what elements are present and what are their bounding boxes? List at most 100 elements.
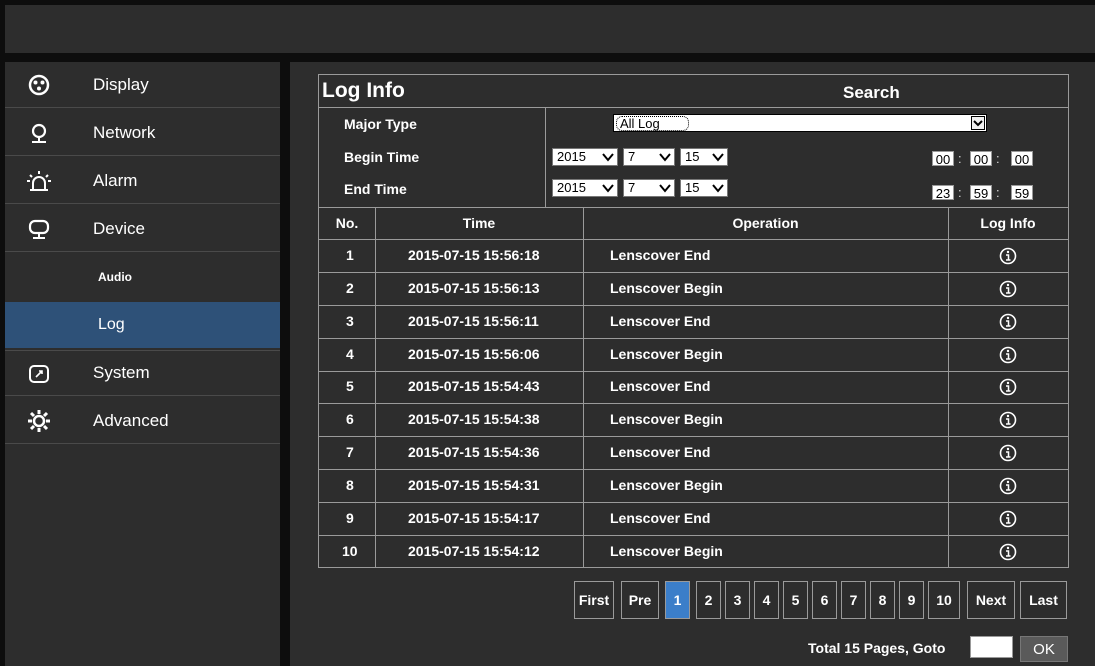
first-page-button[interactable]: First — [574, 581, 614, 619]
chevron-down-icon — [601, 181, 615, 195]
page-2-button[interactable]: 2 — [696, 581, 721, 619]
row-no: 6 — [346, 411, 354, 427]
row-operation: Lenscover End — [610, 313, 711, 329]
info-icon[interactable] — [999, 543, 1017, 561]
sidebar-item-system[interactable]: System — [5, 350, 280, 396]
chevron-down-icon — [658, 181, 672, 195]
info-icon[interactable] — [999, 378, 1017, 396]
page-6-button[interactable]: 6 — [812, 581, 837, 619]
device-icon — [27, 218, 51, 240]
begin-year-select[interactable]: 2015 — [552, 148, 618, 166]
info-icon[interactable] — [999, 477, 1017, 495]
row-operation: Lenscover Begin — [610, 543, 723, 559]
end-time-label: End Time — [344, 181, 407, 197]
chevron-down-icon — [711, 150, 725, 164]
row-no: 7 — [346, 444, 354, 460]
major-type-value: All Log — [616, 116, 689, 131]
search-title: Search — [843, 83, 900, 102]
chevron-down-icon — [601, 150, 615, 164]
sidebar-subitem-label: Log — [98, 316, 125, 333]
display-icon — [27, 74, 51, 96]
begin-month-select[interactable]: 7 — [623, 148, 675, 166]
sidebar-item-label: System — [93, 363, 150, 382]
sidebar-item-device[interactable]: Device — [5, 206, 280, 252]
end-minute-input[interactable]: 59 — [970, 185, 992, 201]
info-icon[interactable] — [999, 346, 1017, 364]
sidebar-item-advanced[interactable]: Advanced — [5, 398, 280, 444]
end-month-value: 7 — [628, 180, 636, 195]
row-time: 2015-07-15 15:56:06 — [408, 346, 540, 362]
page-4-button[interactable]: 4 — [754, 581, 779, 619]
begin-minute-input[interactable]: 00 — [970, 151, 992, 167]
end-hour-input[interactable]: 23 — [932, 185, 954, 201]
begin-day-value: 15 — [685, 149, 700, 164]
page-9-button[interactable]: 9 — [899, 581, 924, 619]
goto-ok-button[interactable]: OK — [1020, 636, 1068, 662]
column-header-operation: Operation — [732, 215, 799, 231]
top-bar — [5, 5, 1095, 53]
end-month-select[interactable]: 7 — [623, 179, 675, 197]
begin-second-input[interactable]: 00 — [1011, 151, 1033, 167]
row-no: 8 — [346, 477, 354, 493]
begin-hour-input[interactable]: 00 — [932, 151, 954, 167]
page-7-button[interactable]: 7 — [841, 581, 866, 619]
chevron-down-icon — [658, 150, 672, 164]
page-10-button[interactable]: 10 — [928, 581, 960, 619]
goto-page-input[interactable] — [970, 636, 1013, 658]
end-day-select[interactable]: 15 — [680, 179, 728, 197]
info-icon[interactable] — [999, 247, 1017, 265]
advanced-icon — [27, 410, 51, 432]
row-time: 2015-07-15 15:54:36 — [408, 444, 540, 460]
major-type-select[interactable]: All Log — [613, 114, 987, 132]
sidebar-item-network[interactable]: Network — [5, 110, 280, 156]
row-operation: Lenscover End — [610, 444, 711, 460]
end-year-value: 2015 — [557, 180, 586, 195]
end-year-select[interactable]: 2015 — [552, 179, 618, 197]
row-no: 10 — [342, 543, 358, 559]
row-no: 9 — [346, 510, 354, 526]
begin-month-value: 7 — [628, 149, 636, 164]
row-time: 2015-07-15 15:56:18 — [408, 247, 540, 263]
row-no: 5 — [346, 378, 354, 394]
page-title: Log Info — [322, 79, 405, 102]
info-icon[interactable] — [999, 313, 1017, 331]
sidebar-subitem-label: Audio — [98, 270, 132, 284]
row-time: 2015-07-15 15:54:17 — [408, 510, 540, 526]
sidebar-subitem-log[interactable]: Log — [5, 302, 280, 348]
page-5-button[interactable]: 5 — [783, 581, 808, 619]
chevron-down-icon — [971, 116, 985, 130]
sidebar-subitem-audio[interactable]: Audio — [5, 254, 280, 300]
page-1-button[interactable]: 1 — [665, 581, 690, 619]
total-pages-text: Total 15 Pages, Goto — [808, 640, 946, 656]
row-time: 2015-07-15 15:56:11 — [408, 313, 539, 329]
row-operation: Lenscover End — [610, 247, 711, 263]
info-icon[interactable] — [999, 444, 1017, 462]
column-header-time: Time — [462, 215, 496, 231]
begin-year-value: 2015 — [557, 149, 586, 164]
info-icon[interactable] — [999, 510, 1017, 528]
info-icon[interactable] — [999, 280, 1017, 298]
row-operation: Lenscover End — [610, 378, 711, 394]
last-page-button[interactable]: Last — [1020, 581, 1067, 619]
column-header-no: No. — [335, 215, 359, 231]
sidebar-item-label: Advanced — [93, 410, 169, 430]
prev-page-button[interactable]: Pre — [621, 581, 659, 619]
page-8-button[interactable]: 8 — [870, 581, 895, 619]
end-second-input[interactable]: 59 — [1011, 185, 1033, 201]
row-time: 2015-07-15 15:56:13 — [408, 280, 540, 296]
sidebar: Display Network Alarm Device Audio Log S… — [5, 62, 280, 666]
info-icon[interactable] — [999, 411, 1017, 429]
begin-time-label: Begin Time — [344, 149, 420, 165]
sidebar-item-label: Device — [93, 218, 145, 238]
sidebar-item-display[interactable]: Display — [5, 62, 280, 108]
chevron-down-icon — [711, 181, 725, 195]
page-3-button[interactable]: 3 — [725, 581, 750, 619]
alarm-icon — [27, 170, 51, 192]
row-operation: Lenscover Begin — [610, 411, 723, 427]
log-panel: Log Info Search Major Type All Log Begin… — [318, 74, 1069, 568]
sidebar-item-label: Network — [93, 122, 156, 142]
next-page-button[interactable]: Next — [967, 581, 1015, 619]
sidebar-item-alarm[interactable]: Alarm — [5, 158, 280, 204]
begin-day-select[interactable]: 15 — [680, 148, 728, 166]
sidebar-item-label: Display — [93, 74, 149, 94]
